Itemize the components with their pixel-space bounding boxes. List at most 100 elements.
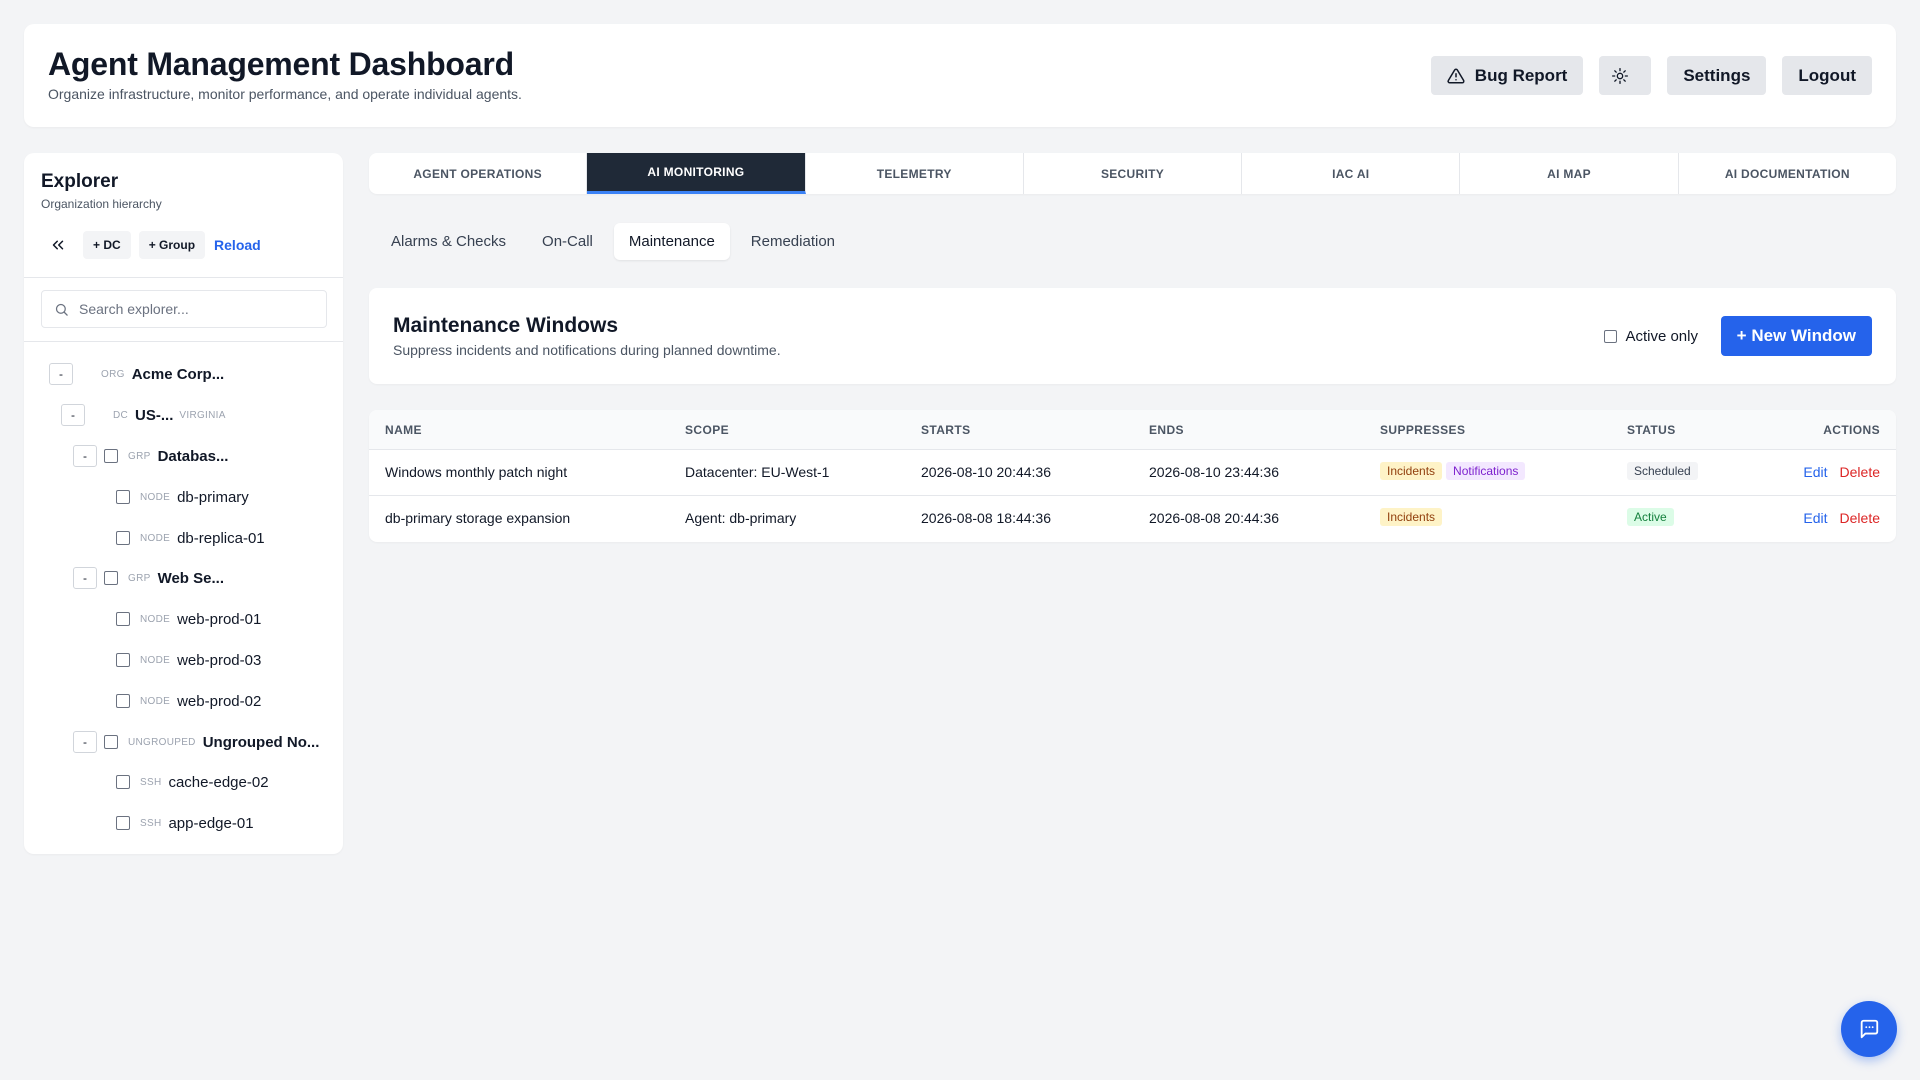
tree-item-node[interactable]: NODE web-prod-01 [116,607,261,631]
select-checkbox[interactable] [116,490,130,504]
page-subtitle: Organize infrastructure, monitor perform… [48,86,522,102]
divider [24,277,343,278]
node-type-label: NODE [140,613,171,625]
select-checkbox[interactable] [116,612,130,626]
warning-triangle-icon [1447,67,1465,83]
maintenance-table: NAME SCOPE STARTS ENDS SUPPRESSES STATUS… [369,410,1896,542]
column-header-actions: ACTIONS [1823,423,1880,437]
tree-item-label: Web Se... [157,569,224,587]
active-only-checkbox[interactable] [1604,330,1618,343]
collapse-toggle[interactable]: - [61,404,85,426]
search-input[interactable] [79,301,299,317]
logout-button[interactable]: Logout [1782,56,1872,95]
suppress-badge-incidents: Incidents [1380,462,1443,480]
select-checkbox[interactable] [116,531,130,545]
tree-item-group[interactable]: - UNGROUPED Ungrouped No... [73,730,319,754]
collapse-toggle[interactable]: - [73,731,97,753]
chat-button[interactable] [1841,1001,1897,1057]
collapse-toggle[interactable]: - [49,363,73,385]
settings-button[interactable]: Settings [1667,56,1767,95]
cell-ends: 2026-08-10 23:44:36 [1149,464,1279,480]
tree-item-label: Acme Corp... [131,365,225,383]
delete-link[interactable]: Delete [1840,464,1880,480]
tree-item-label: db-primary [177,488,249,506]
bug-report-button[interactable]: Bug Report [1430,56,1584,95]
node-type-label: GRP [128,450,151,462]
node-type-label: NODE [140,695,171,707]
node-type-label: NODE [140,491,171,503]
collapse-toggle[interactable]: - [73,445,97,467]
tree-item-node[interactable]: NODE web-prod-03 [116,648,261,672]
tab-agent-operations[interactable]: AGENT OPERATIONS [369,153,588,194]
subtab-alarms-checks[interactable]: Alarms & Checks [376,223,521,260]
tree-item-dc[interactable]: - DC US-... VIRGINIA [61,403,226,427]
page-title: Agent Management Dashboard [48,46,514,82]
tree-item-node[interactable]: NODE db-primary [116,485,249,509]
tree-item-org[interactable]: - ORG Acme Corp... [49,362,224,386]
node-type-label: ORG [101,368,125,380]
tab-security[interactable]: SECURITY [1024,153,1243,194]
select-checkbox[interactable] [104,735,118,749]
cell-name: Windows monthly patch night [385,464,568,480]
active-only-label: Active only [1625,328,1698,345]
monitoring-subtabs: Alarms & Checks On-Call Maintenance Reme… [376,223,850,260]
theme-toggle-button[interactable] [1599,56,1652,95]
main-tabs: AGENT OPERATIONS AI MONITORING TELEMETRY… [369,153,1896,194]
column-header-scope: SCOPE [685,423,730,437]
column-header-status: STATUS [1627,423,1676,437]
select-checkbox[interactable] [116,775,130,789]
node-type-label: SSH [140,776,162,788]
tree-item-label: cache-edge-02 [168,773,269,791]
suppress-badge-notifications: Notifications [1446,462,1526,480]
tree-item-label: US-... [135,406,174,424]
delete-link[interactable]: Delete [1840,510,1880,526]
maintenance-header-card: Maintenance Windows Suppress incidents a… [369,288,1896,384]
tab-ai-map[interactable]: AI MAP [1460,153,1679,194]
subtab-remediation[interactable]: Remediation [736,223,850,260]
add-group-button[interactable]: + Group [138,231,206,259]
table-row: db-primary storage expansion Agent: db-p… [369,496,1896,542]
select-checkbox[interactable] [116,694,130,708]
table-row: Windows monthly patch night Datacenter: … [369,450,1896,496]
add-dc-button[interactable]: + DC [83,231,131,259]
select-checkbox[interactable] [116,653,130,667]
explorer-sidebar: Explorer Organization hierarchy + DC + G… [24,153,343,854]
tree-item-ssh[interactable]: SSH app-edge-01 [116,811,254,835]
reload-button[interactable]: Reload [214,237,261,253]
row-actions: Edit Delete [1803,510,1880,526]
divider [24,341,343,342]
status-badge: Scheduled [1627,462,1698,480]
node-type-label: GRP [128,572,151,584]
cell-starts: 2026-08-08 18:44:36 [921,510,1051,526]
status-badge: Active [1627,508,1674,526]
tree-item-group[interactable]: - GRP Databas... [73,444,228,468]
edit-link[interactable]: Edit [1803,510,1827,526]
node-type-label: NODE [140,654,171,666]
section-subtitle: Suppress incidents and notifications dur… [393,342,781,358]
cell-name: db-primary storage expansion [385,510,571,526]
collapse-toggle[interactable]: - [73,567,97,589]
tree-item-node[interactable]: NODE db-replica-01 [116,526,265,550]
tree-item-group[interactable]: - GRP Web Se... [73,566,224,590]
subtab-maintenance[interactable]: Maintenance [613,223,730,260]
tree-item-node[interactable]: NODE web-prod-02 [116,689,261,713]
subtab-on-call[interactable]: On-Call [527,223,608,260]
tab-telemetry[interactable]: TELEMETRY [806,153,1024,194]
edit-link[interactable]: Edit [1803,464,1827,480]
new-window-button[interactable]: + New Window [1720,316,1872,356]
table-header: NAME SCOPE STARTS ENDS SUPPRESSES STATUS… [369,410,1896,450]
dc-region-label: VIRGINIA [179,409,226,421]
tab-iac-ai[interactable]: IAC AI [1242,153,1461,194]
tree-item-ssh[interactable]: SSH cache-edge-02 [116,770,269,794]
cell-suppresses: Incidents Notifications [1380,462,1529,480]
collapse-sidebar-button[interactable] [41,231,75,259]
double-chevron-left-icon [52,240,64,250]
node-type-label: NODE [140,532,171,544]
column-header-ends: ENDS [1149,423,1184,437]
select-checkbox[interactable] [104,449,118,463]
active-only-filter[interactable]: Active only [1604,328,1698,345]
select-checkbox[interactable] [104,571,118,585]
select-checkbox[interactable] [116,816,130,830]
tab-ai-monitoring[interactable]: AI MONITORING [587,153,806,194]
tab-ai-documentation[interactable]: AI DOCUMENTATION [1679,153,1896,194]
